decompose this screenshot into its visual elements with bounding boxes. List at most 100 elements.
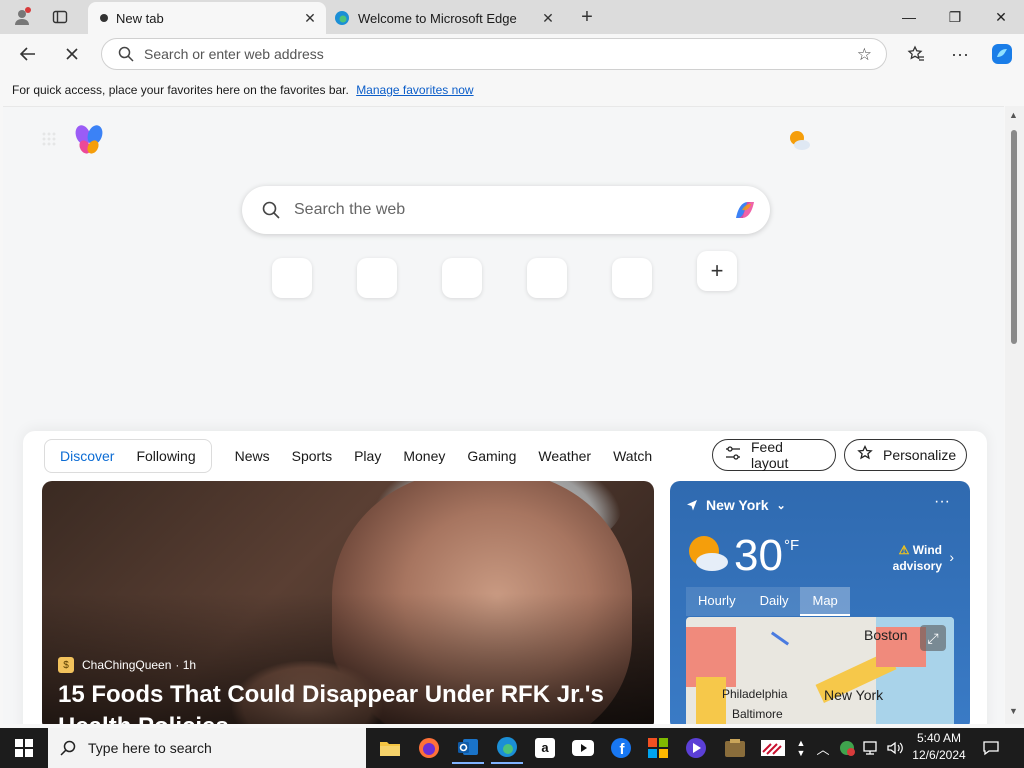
msn-logo-icon[interactable] (73, 123, 107, 157)
weather-map[interactable]: Boston Philadelphia New York Baltimore ⤢ (686, 617, 954, 724)
restore-button[interactable]: ❐ (932, 0, 978, 34)
web-search-box[interactable] (242, 186, 770, 234)
bank-of-america-icon[interactable] (757, 732, 789, 764)
scroll-up-icon[interactable]: ▲ (1009, 110, 1018, 120)
facebook-icon[interactable]: f (605, 732, 637, 764)
address-bar[interactable]: ☆ (101, 38, 887, 70)
search-icon (60, 740, 76, 756)
tab-gaming[interactable]: Gaming (456, 448, 527, 464)
more-options-icon[interactable]: ··· (934, 493, 950, 511)
expand-map-icon[interactable]: ⤢ (920, 625, 946, 651)
tab-discover[interactable]: Discover (49, 448, 125, 464)
map-city-label: Baltimore (732, 707, 783, 721)
more-options-icon[interactable]: ··· (946, 40, 974, 68)
copilot-icon[interactable] (730, 196, 760, 224)
quick-link-tile[interactable] (272, 258, 312, 298)
tab-sports[interactable]: Sports (281, 448, 343, 464)
scroll-down-icon[interactable]: ▼ (1009, 706, 1018, 716)
profile-icon[interactable] (10, 5, 34, 29)
stop-loading-button[interactable] (58, 40, 86, 68)
quick-link-tile[interactable] (527, 258, 567, 298)
article-headline[interactable]: 15 Foods That Could Disappear Under RFK … (58, 679, 648, 724)
edge-icon[interactable] (491, 732, 523, 764)
map-city-label: New York (824, 687, 884, 703)
tab-play[interactable]: Play (343, 448, 392, 464)
tab-following[interactable]: Following (125, 448, 206, 464)
start-button[interactable] (0, 728, 48, 768)
chevron-right-icon[interactable]: › (949, 549, 954, 565)
add-shortcut-button[interactable]: + (697, 251, 737, 291)
feed-navigation: Discover Following News Sports Play Mone… (44, 439, 663, 473)
tab-label: New tab (116, 10, 164, 26)
amazon-icon[interactable]: a (529, 732, 561, 764)
article-source: $ ChaChingQueen · 1h (58, 657, 196, 673)
quick-link-tile[interactable] (442, 258, 482, 298)
svg-text:a: a (541, 740, 549, 755)
notifications-icon[interactable] (978, 728, 1004, 768)
tab-news[interactable]: News (224, 448, 281, 464)
microsoft-store-icon[interactable] (642, 732, 674, 764)
quick-link-tile[interactable] (612, 258, 652, 298)
video-editor-icon[interactable] (680, 732, 712, 764)
taskbar-search-label: Type here to search (88, 740, 212, 756)
file-explorer-icon[interactable] (374, 732, 406, 764)
show-hidden-icons-icon[interactable]: ︿ (814, 728, 832, 768)
taskbar-scroll-arrows[interactable]: ▲ ▼ (792, 728, 810, 768)
weather-card[interactable]: New York ⌄ ··· 30 °F ⚠ Wind advisory › H… (670, 481, 970, 724)
outlook-icon[interactable] (452, 732, 484, 764)
search-icon (262, 201, 280, 219)
edge-logo-icon (334, 10, 350, 26)
favorites-icon[interactable] (902, 40, 930, 68)
copilot-icon[interactable] (988, 40, 1016, 68)
back-button[interactable] (14, 40, 42, 68)
close-tab-icon[interactable]: ✕ (540, 10, 556, 26)
tab-label: Welcome to Microsoft Edge (358, 10, 517, 26)
windows-icon (15, 739, 33, 757)
tab-hourly[interactable]: Hourly (686, 587, 748, 616)
tab-actions-icon[interactable] (48, 5, 72, 29)
publisher-logo-icon: $ (58, 657, 74, 673)
scroll-up-icon[interactable]: ▲ (797, 738, 806, 748)
new-tab-button[interactable]: + (575, 5, 599, 29)
tab-weather[interactable]: Weather (527, 448, 602, 464)
star-pen-icon (857, 444, 873, 465)
tab-daily[interactable]: Daily (747, 587, 801, 616)
apps-launcher-icon[interactable] (41, 131, 57, 147)
tab-watch[interactable]: Watch (602, 448, 663, 464)
tab-new-tab[interactable]: New tab ✕ (88, 2, 326, 34)
address-input[interactable] (144, 46, 824, 62)
feed-layout-button[interactable]: Feed layout (712, 439, 836, 471)
network-icon[interactable] (860, 728, 882, 768)
page-scrollbar[interactable]: ▲ ▼ (1005, 106, 1024, 724)
app-icon[interactable] (719, 732, 751, 764)
close-tab-icon[interactable]: ✕ (302, 10, 318, 26)
firefox-icon[interactable] (413, 732, 445, 764)
tab-welcome-edge[interactable]: Welcome to Microsoft Edge ✕ (328, 2, 564, 34)
temperature-unit[interactable]: °F (784, 537, 799, 554)
volume-icon[interactable] (884, 728, 906, 768)
quick-link-tile[interactable] (357, 258, 397, 298)
weather-mini-icon[interactable] (787, 129, 811, 151)
weather-alert[interactable]: ⚠ Wind advisory (893, 542, 942, 574)
web-search-input[interactable] (294, 201, 714, 219)
weather-location[interactable]: New York ⌄ (686, 497, 786, 513)
hero-article-card[interactable]: $ ChaChingQueen · 1h 15 Foods That Could… (42, 481, 654, 724)
tab-money[interactable]: Money (392, 448, 456, 464)
clock[interactable]: 5:40 AM 12/6/2024 (906, 730, 972, 764)
youtube-icon[interactable] (567, 732, 599, 764)
favorites-bar-hint: For quick access, place your favorites h… (12, 83, 474, 97)
minimize-button[interactable]: — (886, 0, 932, 34)
personalize-button[interactable]: Personalize (844, 439, 967, 471)
scrollbar-thumb[interactable] (1011, 130, 1017, 344)
tab-favicon-icon (100, 14, 108, 22)
close-window-button[interactable]: ✕ (978, 0, 1024, 34)
chevron-down-icon: ⌄ (776, 499, 786, 512)
scroll-down-icon[interactable]: ▼ (797, 748, 806, 758)
clock-time: 5:40 AM (916, 731, 962, 745)
manage-favorites-link[interactable]: Manage favorites now (356, 83, 473, 97)
tab-map[interactable]: Map (800, 587, 850, 616)
taskbar-search[interactable]: Type here to search (48, 728, 366, 768)
title-bar: New tab ✕ Welcome to Microsoft Edge ✕ + … (0, 0, 1024, 34)
system-tray-app-icon[interactable] (836, 728, 858, 768)
favorite-star-icon[interactable]: ☆ (857, 45, 872, 65)
